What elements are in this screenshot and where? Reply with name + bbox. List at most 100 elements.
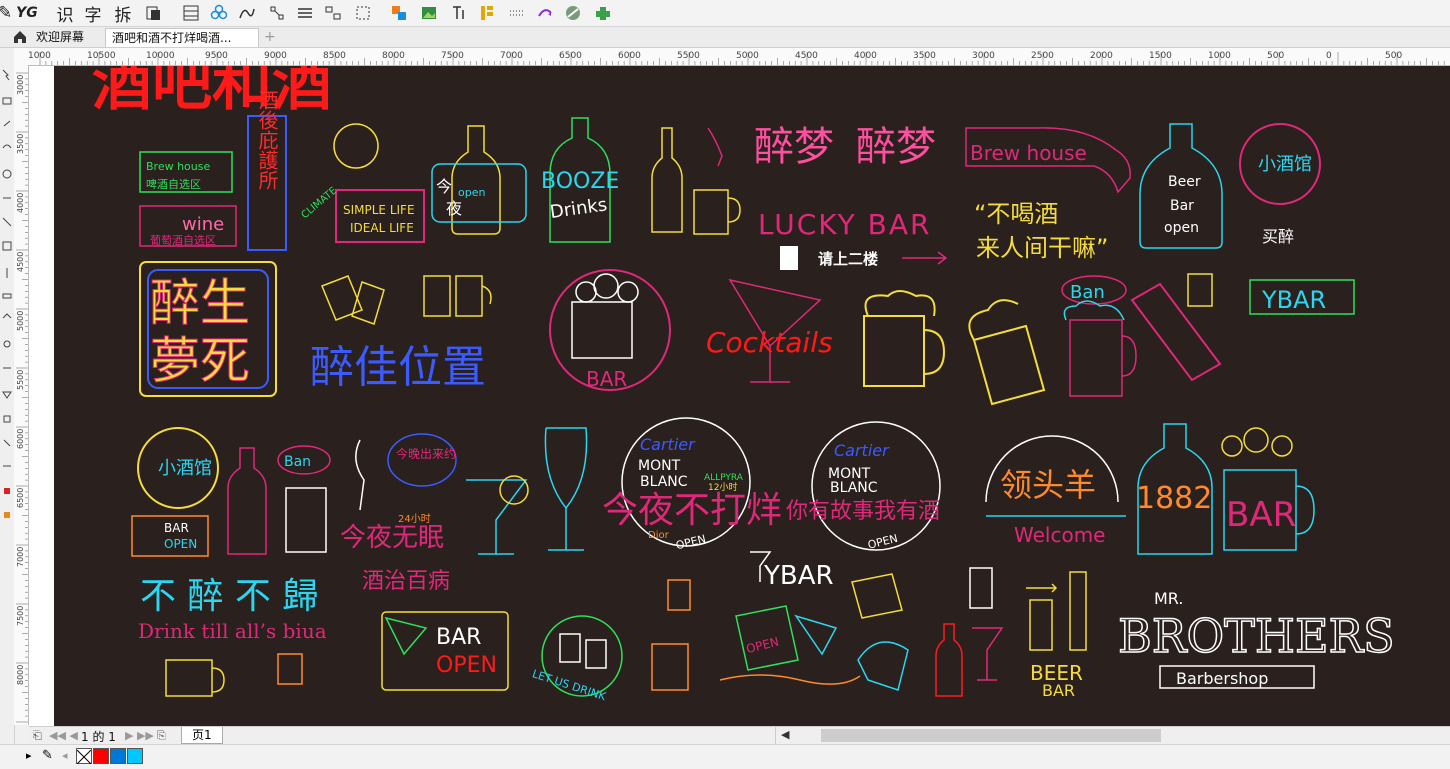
neon-artwork[interactable]: 酒吧和酒 Brew house 啤酒自选区 wine 葡萄酒自选区 酒後庇護所 …	[54, 66, 1450, 726]
select-icon[interactable]	[352, 2, 374, 24]
swatch-blue[interactable]	[110, 748, 126, 764]
ruler-label: 7500	[16, 606, 25, 626]
bar-open-small-2: OPEN	[164, 537, 197, 551]
swatch-cyan[interactable]	[127, 748, 143, 764]
lead-sheep-sign: 领头羊 Welcome	[985, 435, 1126, 547]
small-mug-right	[1187, 273, 1213, 307]
horizontal-ruler[interactable]: 1000 10500 10000 9500 9000 8500 8000 7500 7000 65…	[14, 48, 1450, 66]
ruler-label: 7500	[441, 51, 464, 61]
ruler-label: 1000	[1208, 51, 1231, 61]
vertical-sign-text: 酒後庇護所	[255, 90, 279, 190]
yg-logo-icon[interactable]: YG	[16, 2, 38, 24]
open-mug-text: OPEN	[745, 635, 781, 657]
lines-icon[interactable]	[294, 2, 316, 24]
bar-big-text: BAR	[1226, 495, 1296, 535]
beer-bar-bottle: Beer Bar open	[1139, 123, 1223, 249]
open-badge-text-2: OPEN	[866, 532, 899, 552]
beer-zone-sign: Brew house 啤酒自选区	[139, 151, 233, 193]
vertical-ruler[interactable]: 3000 3500 4000 4500 5000 5500 6000 6500 7000 7500…	[14, 65, 29, 725]
ruler-label: 8500	[323, 51, 346, 61]
simple-life-sign: SIMPLE LIFE IDEAL LIFE CLIMATE	[300, 123, 425, 243]
layers-icon[interactable]	[476, 2, 498, 24]
ybar-text-2: YBAR	[763, 561, 834, 591]
wings-bottle	[857, 641, 909, 691]
page-add-icon[interactable]: ⎘	[157, 729, 166, 743]
color-shape-icon[interactable]	[388, 2, 410, 24]
ruler-label: 1500	[1149, 51, 1172, 61]
add-tab-button[interactable]: +	[258, 28, 282, 46]
home-icon[interactable]	[12, 29, 28, 45]
tag-24h-text: 24小时	[398, 513, 431, 525]
small-bar-round: 小酒馆	[137, 427, 219, 509]
page-nav-next-icon[interactable]: ▶ ▶▶	[125, 729, 154, 742]
eyedropper-icon[interactable]: ✎	[42, 748, 53, 763]
meng-si-text: 夢死	[150, 332, 250, 390]
flower-icon[interactable]	[208, 2, 230, 24]
brew-house-right-text: Brew house	[970, 141, 1087, 165]
simple-life-text: SIMPLE LIFE	[343, 203, 415, 217]
ruler-label: 5000	[16, 311, 25, 331]
beer-zone-text: 啤酒自选区	[146, 177, 201, 191]
wine-glass	[544, 427, 588, 551]
bar-open-sign: BAR OPEN	[381, 611, 509, 691]
page-navigator: ⎗ ◀◀ ◀ 1 的 1 ▶ ▶▶ ⎘ 页1 ◀	[29, 726, 1450, 745]
plugin-icon[interactable]	[592, 2, 614, 24]
scroll-left-icon[interactable]: ◀	[781, 728, 789, 741]
ruler-label: 10500	[87, 51, 116, 61]
page-nav-prev-icon[interactable]: ◀◀ ◀	[49, 729, 78, 742]
dotted-icon[interactable]	[506, 2, 528, 24]
tonight-open-bottle: 今 open 夜	[431, 125, 527, 235]
ruler-label: 7000	[500, 51, 523, 61]
ruler-label: 9500	[205, 51, 228, 61]
image-icon[interactable]	[418, 2, 440, 24]
tab-document[interactable]: 酒吧和酒不打烊喝酒...	[105, 28, 259, 47]
ruler-label: 0	[1326, 51, 1332, 61]
grid-icon[interactable]	[180, 2, 202, 24]
cocktails-sign: Cocktails	[706, 278, 833, 383]
no-drink-line1: “不喝酒	[974, 200, 1058, 228]
small-glass-white	[969, 567, 993, 609]
cocktails-text: Cocktails	[706, 326, 833, 359]
mr-brothers-sign: MR. BROTHERS Barbershop	[1117, 589, 1395, 689]
palette-arrow-icon[interactable]: ▸	[26, 749, 32, 762]
zuimeng-text-b: 醉梦	[856, 124, 936, 170]
page-count: 1 的 1	[81, 730, 116, 744]
text-box-icon[interactable]	[448, 2, 470, 24]
page-icon[interactable]	[142, 2, 164, 24]
palette-back-icon[interactable]: ◂	[62, 749, 68, 762]
mugs-orange	[651, 579, 691, 691]
zui-jia-text: 醉佳位置	[310, 342, 486, 393]
toolbar: ✎ YG 识 字 拆	[0, 0, 1450, 27]
open-text: open	[1164, 220, 1199, 236]
page-tab[interactable]: 页1	[181, 727, 223, 744]
recognize-button[interactable]: 识	[54, 2, 76, 26]
toolbar-grip: ✎	[0, 3, 13, 23]
magic-icon[interactable]	[534, 2, 556, 24]
curve-icon[interactable]	[236, 2, 258, 24]
splash-glass	[972, 627, 1004, 681]
wine-text: wine	[182, 214, 224, 235]
horizontal-scrollbar-thumb[interactable]	[821, 729, 1161, 742]
artboard[interactable]: 酒吧和酒 Brew house 啤酒自选区 wine 葡萄酒自选区 酒後庇護所 …	[54, 66, 1450, 726]
ball-icon[interactable]	[562, 2, 584, 24]
open-sign-text: OPEN	[436, 653, 497, 678]
node-icon[interactable]	[266, 2, 288, 24]
tonight-out-bubble: 今晚出来约	[387, 433, 457, 487]
ruler-label: 4000	[854, 51, 877, 61]
ybar-glass: YBAR	[750, 551, 834, 591]
tab-welcome[interactable]: 欢迎屏幕	[30, 28, 104, 46]
swatch-none[interactable]	[76, 748, 92, 765]
artwork-title: 酒吧和酒	[92, 66, 332, 119]
split-button[interactable]: 拆	[112, 2, 134, 26]
char-button[interactable]: 字	[82, 2, 104, 26]
swatch-red[interactable]	[93, 748, 109, 764]
drinks-text: Drinks	[549, 194, 609, 223]
lucky-bar-text: LUCKY BAR	[758, 208, 931, 241]
big-mug-1	[863, 290, 946, 387]
allpyra-text: ALLPYRA	[704, 473, 744, 483]
align-icon[interactable]	[322, 2, 344, 24]
toolbox	[0, 48, 15, 748]
ruler-label: 1000	[28, 51, 51, 61]
page-nav-first-icon[interactable]: ⎗	[33, 729, 42, 743]
toolbox-icons[interactable]	[0, 48, 14, 748]
